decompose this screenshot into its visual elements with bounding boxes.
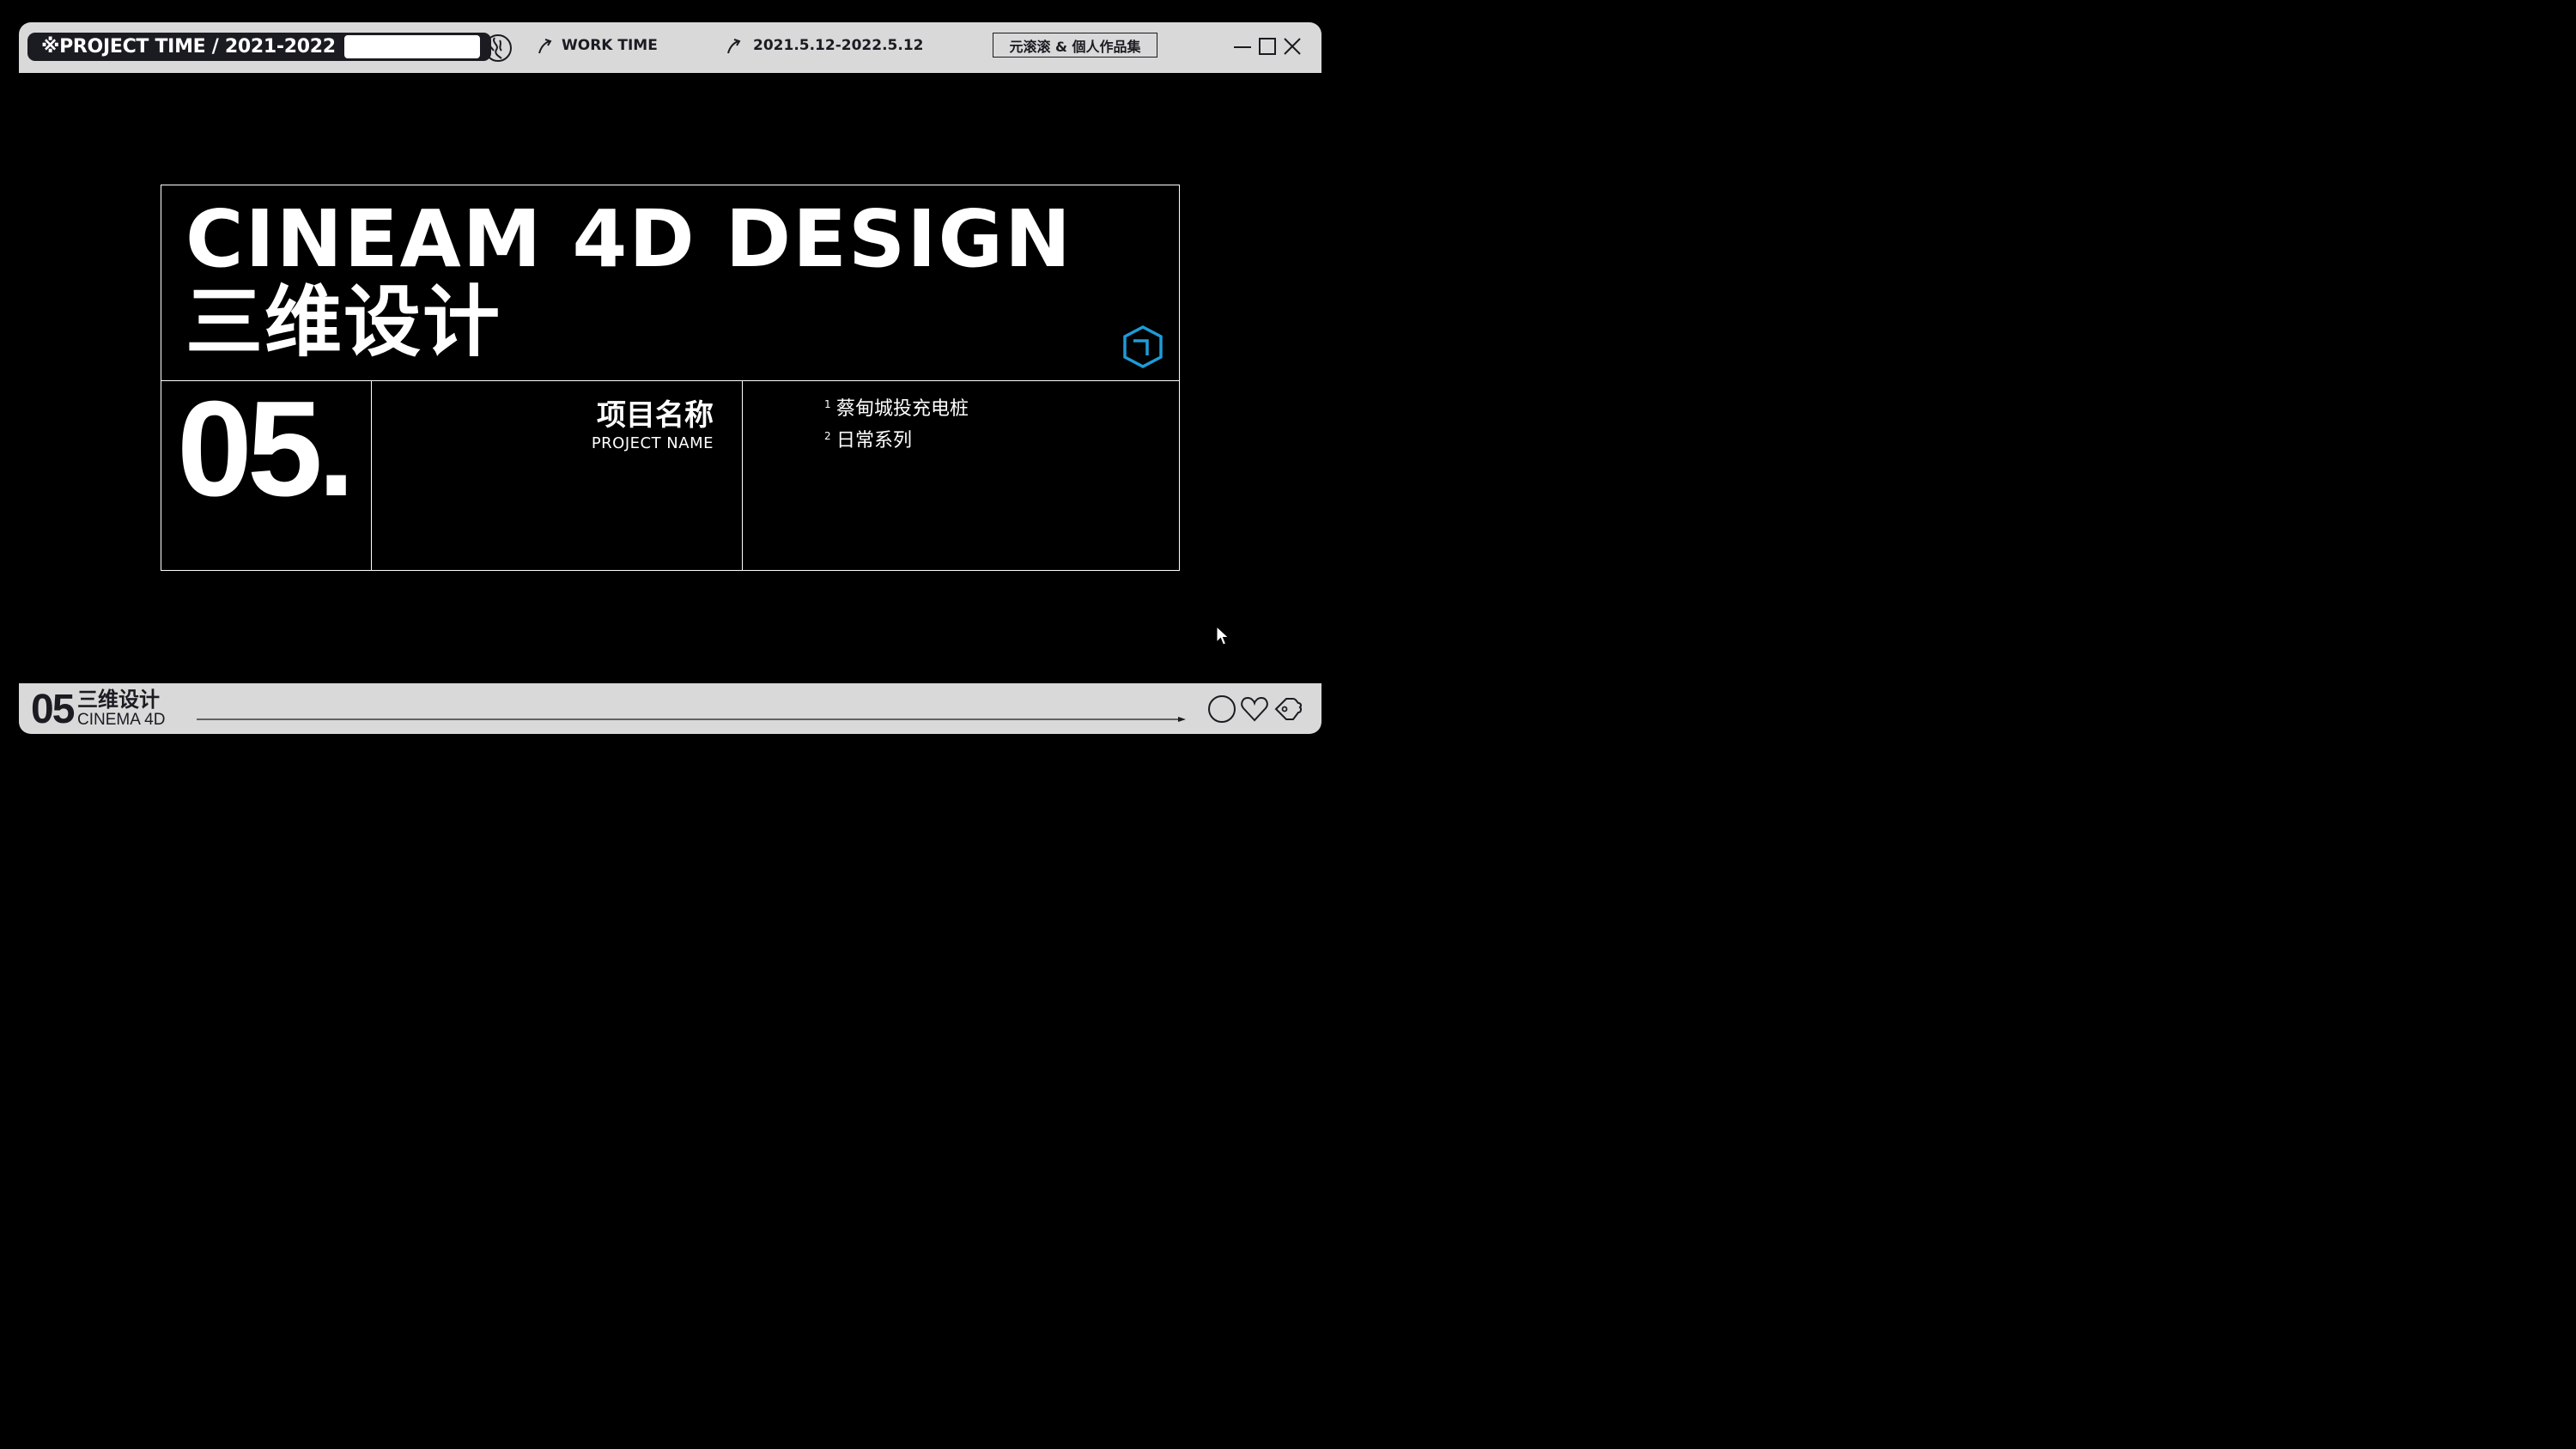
project-time-label: ※PROJECT TIME / 2021-2022 — [41, 36, 336, 58]
list-item-label: 日常系列 — [836, 430, 913, 452]
swirl-icon[interactable] — [483, 33, 513, 64]
project-search-input[interactable] — [343, 34, 481, 59]
project-name-label-cn: 项目名称 — [597, 398, 714, 433]
cursor-icon — [1216, 625, 1230, 646]
footer-title-cn: 三维设计 — [77, 688, 160, 712]
bottom-bar: 05 三维设计 CINEMA 4D — [19, 683, 1321, 734]
minimize-icon[interactable] — [1232, 36, 1253, 57]
list-item-number: 1 — [824, 398, 831, 410]
portfolio-button[interactable]: 元滚滚 & 個人作品集 — [993, 33, 1157, 58]
curved-arrow-icon — [727, 39, 741, 54]
project-name-label-en: PROJECT NAME — [591, 434, 714, 452]
list-item-label: 蔡甸城投充电桩 — [836, 398, 969, 420]
heart-icon[interactable] — [1239, 694, 1270, 724]
maximize-icon[interactable] — [1257, 36, 1278, 57]
page-subtitle: 三维设计 — [185, 277, 501, 367]
page-title: CINEAM 4D DESIGN — [185, 193, 1072, 285]
work-time-label: WORK TIME — [562, 37, 658, 54]
top-bar: ※PROJECT TIME / 2021-2022 WORK TIME 2021… — [19, 22, 1321, 73]
list-item-number: 2 — [824, 430, 831, 442]
card-column-divider — [371, 380, 372, 570]
card-column-divider — [742, 380, 743, 570]
section-number: 05. — [177, 373, 355, 524]
cube-logo-icon — [1123, 325, 1163, 368]
tag-icon[interactable] — [1273, 694, 1303, 724]
footer-title-en: CINEMA 4D — [77, 711, 166, 729]
close-icon[interactable] — [1282, 36, 1303, 57]
footer-number: 05 — [31, 687, 75, 732]
circle-icon[interactable] — [1206, 694, 1237, 724]
progress-arrow-line — [197, 717, 1186, 722]
date-range: 2021.5.12-2022.5.12 — [753, 37, 924, 54]
project-card: CINEAM 4D DESIGN 三维设计 05. 项目名称 PROJECT N… — [161, 185, 1180, 571]
project-time-pill: ※PROJECT TIME / 2021-2022 — [27, 33, 491, 61]
curved-arrow-icon — [538, 39, 552, 54]
